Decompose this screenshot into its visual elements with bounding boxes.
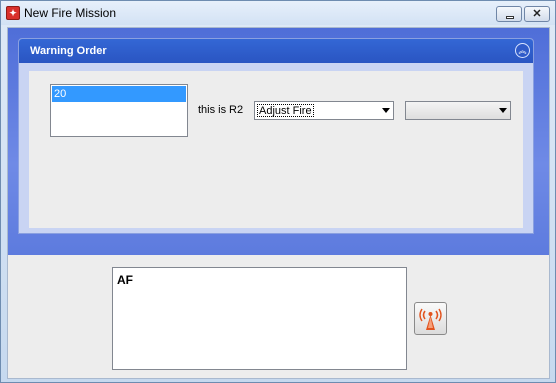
minimize-button[interactable] [496, 6, 522, 22]
list-item[interactable]: 20 [52, 86, 186, 102]
close-icon: ✕ [532, 8, 542, 20]
title-bar[interactable]: ✦ New Fire Mission ✕ [1, 1, 555, 25]
observer-listbox[interactable]: 20 [50, 84, 188, 137]
warning-order-header[interactable]: Warning Order ︽ [19, 39, 533, 63]
close-button[interactable]: ✕ [524, 6, 550, 22]
minimize-icon [506, 16, 514, 19]
mission-type-value: Adjust Fire [257, 104, 314, 117]
warning-order-title: Warning Order [30, 45, 107, 57]
warning-order-panel: Warning Order ︽ 20 this is R2 Adjust Fir… [18, 38, 534, 234]
dropdown-arrow-icon [382, 108, 390, 113]
dropdown-arrow-icon [499, 108, 507, 113]
mission-type-select[interactable]: Adjust Fire [254, 101, 394, 120]
this-is-label: this is [198, 104, 227, 116]
secondary-select[interactable] [405, 101, 511, 120]
window-title: New Fire Mission [24, 6, 117, 20]
window-client-area: Warning Order ︽ 20 this is R2 Adjust Fir… [7, 27, 550, 379]
warning-order-section: Warning Order ︽ 20 this is R2 Adjust Fir… [8, 28, 549, 255]
collapse-button[interactable]: ︽ [515, 43, 530, 58]
unit-id-label: R2 [229, 104, 244, 116]
new-fire-mission-window: ✦ New Fire Mission ✕ Warning Order ︽ 20 … [0, 0, 556, 383]
message-text: AF [117, 273, 133, 287]
message-textarea[interactable]: AF [112, 267, 407, 370]
chevron-up-icon: ︽ [518, 46, 527, 55]
app-icon: ✦ [6, 6, 20, 20]
warning-order-body: 20 this is R2 Adjust Fire [29, 71, 523, 228]
transmit-button[interactable] [414, 302, 447, 335]
radio-tower-icon [419, 308, 442, 330]
